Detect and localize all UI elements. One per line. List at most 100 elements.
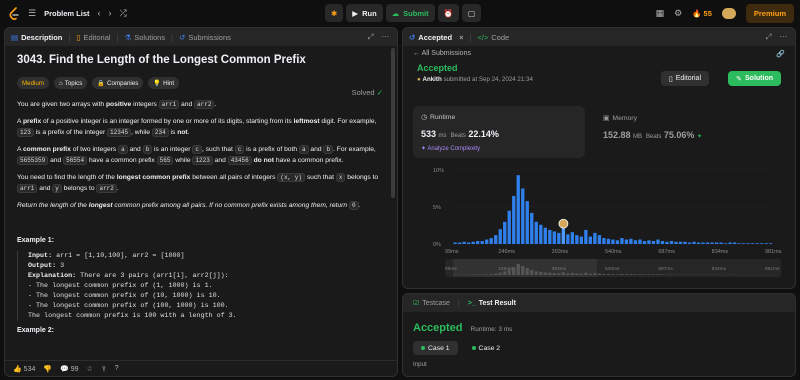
star-icon[interactable]: ☆	[87, 365, 93, 373]
dislike-button[interactable]: 👎	[43, 365, 52, 373]
chart-bar	[665, 241, 669, 244]
shuffle-icon[interactable]: ⤮	[120, 8, 127, 19]
more-icon[interactable]: ⋯	[780, 32, 788, 42]
avatar[interactable]	[721, 8, 736, 19]
expand-icon[interactable]: ⤢	[368, 32, 374, 42]
topics-chip[interactable]: ⌂ Topics	[54, 77, 88, 89]
debug-button[interactable]: ✱	[325, 4, 344, 22]
tab-editorial[interactable]: ▯ Editorial	[76, 33, 110, 42]
timer-button[interactable]: ⏰	[437, 4, 459, 22]
chart-bar	[476, 241, 480, 244]
overview-bar	[548, 272, 552, 275]
premium-button[interactable]: Premium	[745, 4, 794, 23]
more-icon[interactable]: ⋯	[382, 32, 390, 42]
solution-button[interactable]: ✎ Solution	[728, 71, 781, 86]
run-button[interactable]: ▶ Run	[346, 4, 383, 22]
chart-bar	[480, 241, 484, 244]
logo-icon[interactable]	[8, 7, 20, 21]
memory-beats: 75.06%	[663, 130, 695, 140]
chart-bar	[516, 175, 520, 244]
chart-bar	[629, 238, 633, 244]
chart-bar	[579, 236, 584, 244]
list-icon[interactable]: ☰	[28, 8, 36, 19]
hint-chip[interactable]: 💡 Hint	[148, 77, 180, 89]
chart-bar	[755, 243, 759, 244]
help-icon[interactable]: ?	[115, 365, 119, 372]
book-icon: ▯	[668, 75, 673, 83]
tab-accepted[interactable]: ↺ Accepted ×	[409, 33, 463, 42]
notes-button[interactable]: ▢	[461, 4, 482, 22]
overview-bar	[620, 274, 624, 275]
memory-card[interactable]: ▣ Memory 152.88 MB Beats 75.06% ✦	[603, 114, 702, 141]
overview-bar	[561, 272, 565, 275]
description-panel: ▤ Description | ▯ Editorial | ⚗ Solutions |…	[4, 27, 398, 377]
chart-bar	[570, 232, 574, 244]
lock-icon: 🔒	[97, 80, 106, 87]
overview-bar	[629, 274, 633, 275]
case-1-tab[interactable]: Case 1	[413, 341, 458, 355]
link-icon[interactable]: 🔗	[776, 50, 785, 58]
chart-bar	[759, 243, 764, 244]
bug-icon: ✱	[331, 8, 338, 18]
runtime-distribution-chart[interactable]: 10% 5% 0% 99ms 246ms 393ms 540ms 687ms 834ms 981m…	[403, 162, 795, 289]
problem-list-link[interactable]: Problem List	[44, 9, 89, 18]
note-icon: ▢	[467, 8, 476, 18]
settings-icon[interactable]: ⚙	[674, 8, 682, 19]
chart-bar	[741, 243, 746, 244]
chart-bar	[588, 236, 593, 244]
back-to-submissions[interactable]: ← All Submissions 🔗	[413, 50, 785, 58]
streak-counter[interactable]: 🔥 55	[692, 9, 712, 18]
share-icon[interactable]: ⇪	[101, 365, 107, 373]
analyze-complexity-link[interactable]: ✦ Analyze Complexity	[421, 145, 577, 152]
user-avatar: ●	[417, 76, 421, 83]
x-tick-label: 99ms	[445, 249, 459, 255]
companies-chip[interactable]: 🔒 Companies	[92, 77, 144, 89]
chart-bar	[453, 242, 457, 244]
alarm-icon: ⏰	[443, 8, 453, 18]
submit-button[interactable]: ☁ Submit	[385, 4, 435, 22]
like-button[interactable]: 👍 534	[13, 365, 35, 373]
tab-description[interactable]: ▤ Description	[11, 33, 62, 42]
chart-bar	[521, 188, 525, 244]
streak-count: 55	[703, 9, 712, 18]
overview-bar	[602, 274, 606, 275]
pass-dot-icon	[471, 346, 476, 350]
chart-bar	[692, 241, 696, 244]
cloud-upload-icon: ☁	[391, 8, 400, 18]
overview-bar	[557, 273, 561, 275]
next-problem-icon[interactable]: ›	[109, 8, 112, 18]
chart-bar	[548, 229, 552, 244]
editorial-button[interactable]: ▯ Editorial	[660, 71, 709, 86]
fire-icon: 🔥	[692, 9, 702, 18]
prev-problem-icon[interactable]: ‹	[98, 8, 101, 18]
solved-status: Solved ✓	[351, 88, 383, 97]
tab-solutions[interactable]: ⚗ Solutions	[125, 33, 166, 42]
tab-submissions[interactable]: ↺ Submissions	[179, 33, 231, 42]
chart-bar	[624, 239, 629, 244]
chart-bar	[534, 221, 538, 244]
chart-bar	[557, 232, 561, 244]
tab-testcase[interactable]: ☑ Testcase	[413, 299, 450, 308]
overview-bar	[575, 273, 579, 275]
example-1-title: Example 1:	[17, 237, 54, 244]
layout-icon[interactable]: ▦	[656, 8, 665, 19]
runtime-label: Runtime	[429, 113, 456, 121]
overview-bar	[597, 273, 602, 275]
runtime-card[interactable]: ◷ Runtime 533 ms Beats 22.14% ✦ Analyze Co…	[413, 106, 585, 158]
overview-bar	[656, 274, 660, 275]
sparkle-icon: ✦	[421, 146, 427, 152]
chart-bar	[566, 234, 570, 244]
x-tick-label: 981ms	[765, 249, 782, 255]
tab-code[interactable]: </> Code	[477, 33, 509, 42]
comments-button[interactable]: 💬 99	[60, 365, 78, 373]
case-2-tab[interactable]: Case 2	[464, 341, 509, 355]
chart-bar	[593, 232, 597, 244]
expand-icon[interactable]: ⤢	[766, 32, 772, 42]
chart-bar	[728, 242, 732, 244]
overview-bar	[633, 274, 638, 275]
chart-bar	[719, 242, 723, 244]
right-tab-bar: ↺ Accepted × | </> Code ⤢ ⋯	[403, 28, 795, 46]
close-icon[interactable]: ×	[459, 33, 463, 42]
scrollbar[interactable]	[391, 48, 395, 198]
tab-test-result[interactable]: >_ Test Result	[468, 300, 516, 307]
